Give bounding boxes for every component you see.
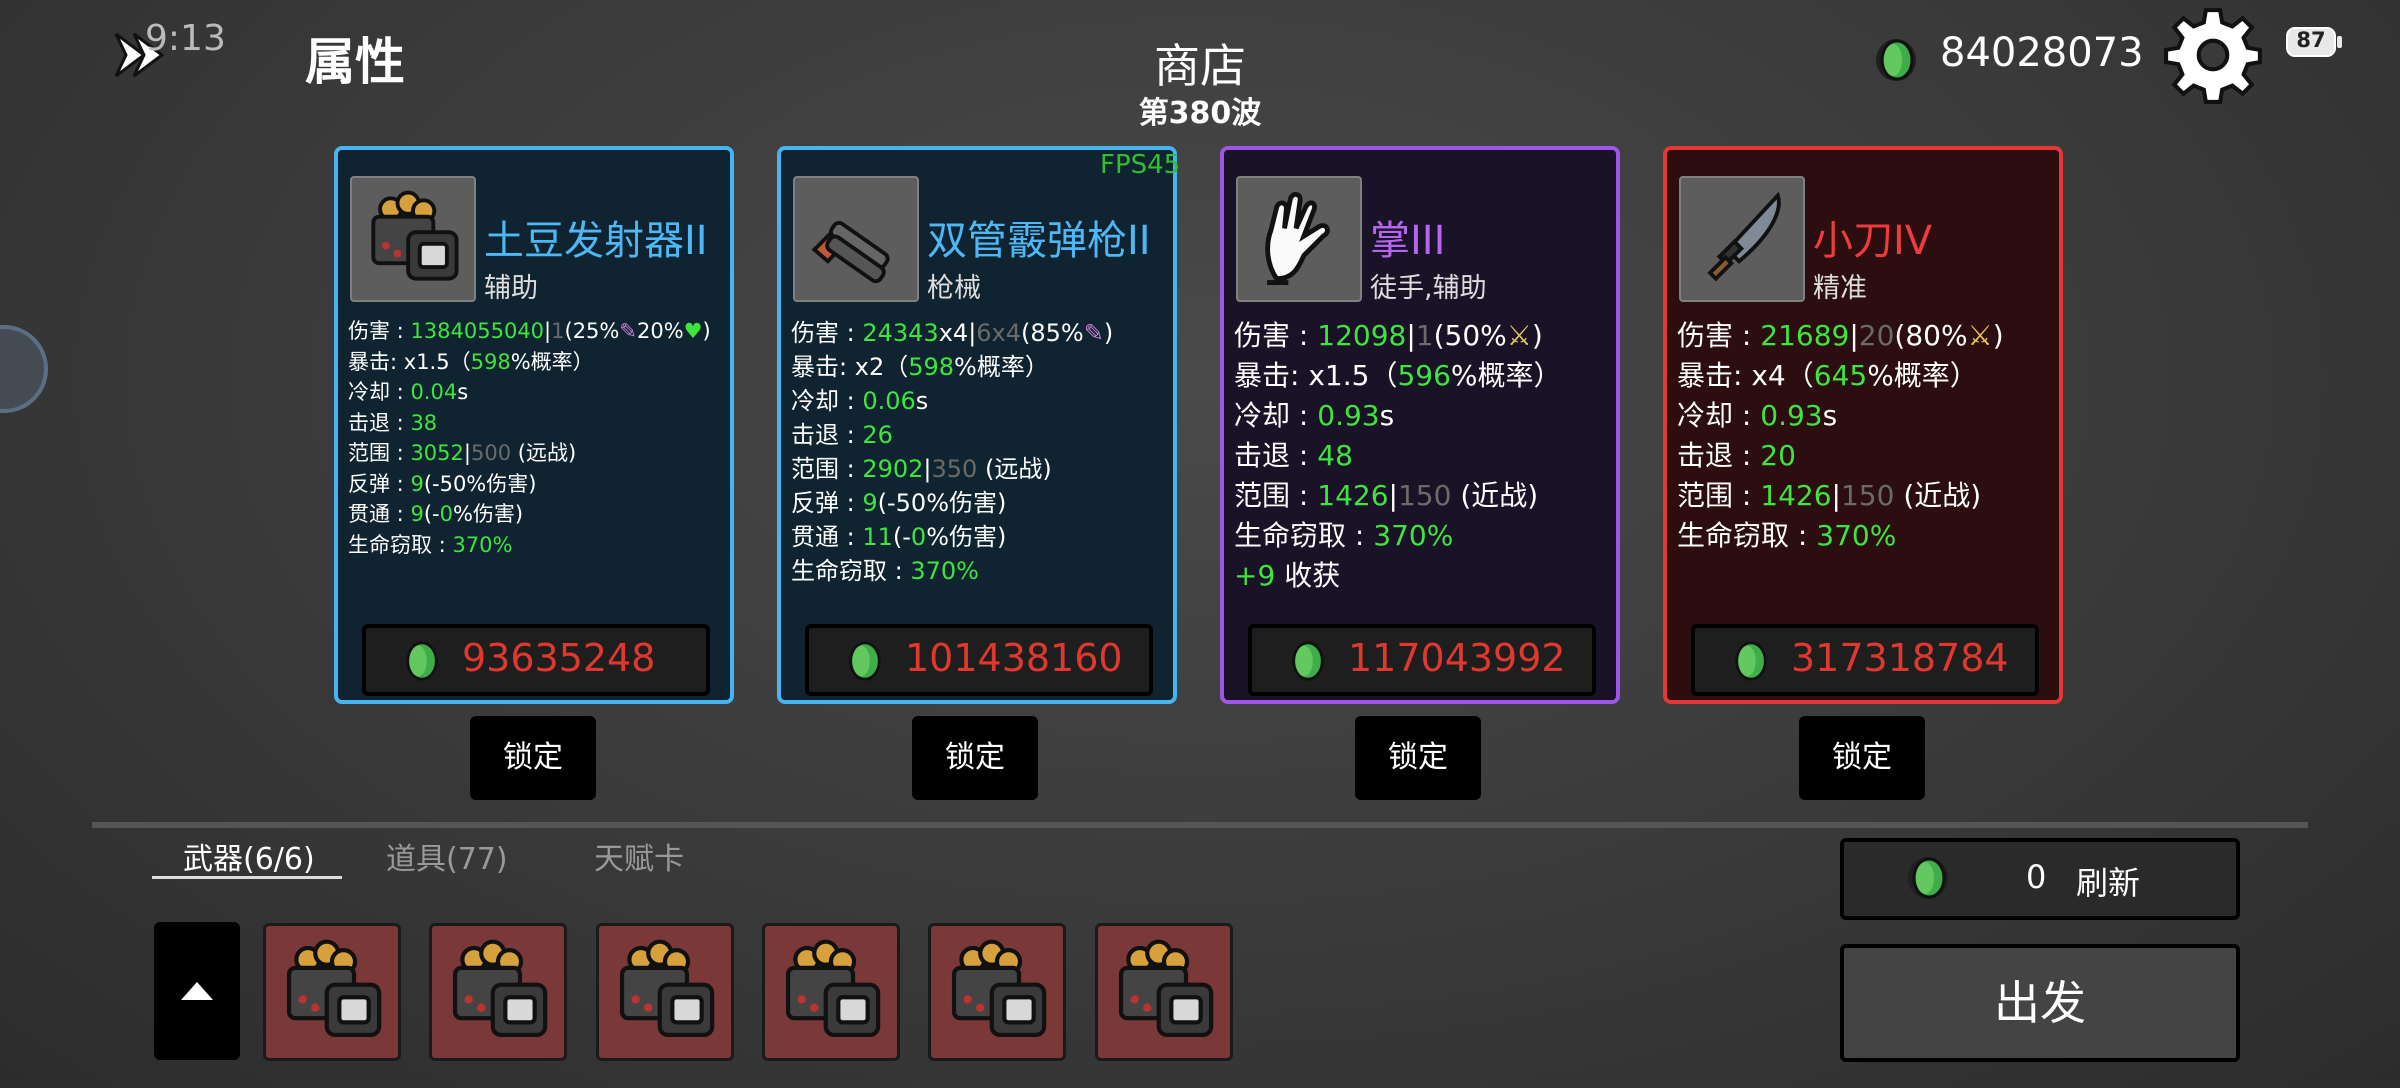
chevron-up-icon	[181, 982, 213, 1000]
coin-icon	[1727, 638, 1773, 684]
buy-button[interactable]: 317318784	[1691, 624, 2039, 696]
wave-number: 第380波	[1138, 96, 1262, 131]
potato-launcher-icon	[765, 926, 897, 1058]
price: 117043992	[1348, 636, 1566, 680]
potato-launcher-icon	[432, 926, 564, 1058]
inventory-slot[interactable]	[1095, 923, 1233, 1061]
buy-button[interactable]: 93635248	[362, 624, 710, 696]
tab-talent-cards[interactable]: 天赋卡	[594, 834, 684, 878]
tab-underline	[152, 876, 342, 879]
clock-time: 9:13	[145, 18, 226, 59]
price: 93635248	[462, 636, 656, 680]
attributes-button[interactable]: 属性	[305, 22, 405, 94]
tab-items[interactable]: 道具(77)	[386, 834, 508, 878]
coin-icon	[1284, 638, 1330, 684]
coin-icon	[398, 638, 444, 684]
gear-icon[interactable]	[2162, 4, 2264, 106]
coin-icon	[841, 638, 887, 684]
price: 317318784	[1791, 636, 2009, 680]
inventory-slot[interactable]	[596, 923, 734, 1061]
weapon-stats: 伤害 : 21689|20(80%⚔) 暴击: x4（645%概率） 冷却 : …	[1677, 319, 2004, 552]
weapon-thumbnail	[350, 176, 476, 302]
weapon-name: 小刀IV	[1813, 218, 1933, 264]
weapon-stats: 伤害 : 12098|1(50%⚔) 暴击: x1.5（596%概率） 冷却 :…	[1234, 319, 1562, 592]
lock-button-1[interactable]: 锁定	[470, 716, 596, 800]
lock-button-2[interactable]: 锁定	[912, 716, 1038, 800]
weapon-thumbnail	[1236, 176, 1362, 302]
weapon-type: 精准	[1813, 273, 1867, 304]
inventory-slot[interactable]	[762, 923, 900, 1061]
weapon-name: 双管霰弹枪II	[927, 218, 1151, 264]
weapon-thumbnail	[793, 176, 919, 302]
shop-card-1[interactable]: 土豆发射器II 辅助 伤害 : 1384055040|1(25%✎20%♥) 暴…	[334, 146, 734, 704]
weapon-type: 枪械	[927, 273, 981, 304]
divider	[92, 822, 2308, 828]
potato-launcher-icon	[352, 178, 474, 300]
inventory-slot[interactable]	[429, 923, 567, 1061]
knife-icon	[1681, 178, 1803, 300]
battery-level: 87	[2296, 28, 2326, 52]
weapon-type: 辅助	[484, 273, 538, 304]
palm-hand-icon	[1238, 178, 1360, 300]
weapon-name: 掌III	[1370, 218, 1446, 264]
weapon-thumbnail	[1679, 176, 1805, 302]
shop-card-4[interactable]: 小刀IV 精准 伤害 : 21689|20(80%⚔) 暴击: x4（645%概…	[1663, 146, 2063, 704]
page-title: 商店	[1154, 39, 1246, 93]
potato-launcher-icon	[931, 926, 1063, 1058]
coin-icon	[1904, 854, 1952, 902]
lock-button-3[interactable]: 锁定	[1355, 716, 1481, 800]
tab-weapons[interactable]: 武器(6/6)	[183, 834, 315, 878]
expand-button[interactable]	[154, 922, 240, 1060]
inventory-slot[interactable]	[928, 923, 1066, 1061]
depart-button[interactable]: 出发	[1840, 944, 2240, 1062]
weapon-stats: 伤害 : 1384055040|1(25%✎20%♥) 暴击: x1.5（598…	[348, 319, 711, 557]
buy-button[interactable]: 101438160	[805, 624, 1153, 696]
money-count: 84028073	[1940, 30, 2144, 76]
weapon-name: 土豆发射器II	[484, 218, 708, 264]
lock-button-4[interactable]: 锁定	[1799, 716, 1925, 800]
weapon-type: 徒手,辅助	[1370, 273, 1487, 304]
double-barrel-shotgun-icon	[795, 178, 917, 300]
refresh-button[interactable]: 0 刷新	[1840, 838, 2240, 920]
coin-icon	[1872, 36, 1920, 84]
inventory-slot[interactable]	[263, 923, 401, 1061]
potato-launcher-icon	[599, 926, 731, 1058]
shop-card-3[interactable]: 掌III 徒手,辅助 伤害 : 12098|1(50%⚔) 暴击: x1.5（5…	[1220, 146, 1620, 704]
shop-card-2[interactable]: 双管霰弹枪II 枪械 伤害 : 24343x4|6x4(85%✎) 暴击: x2…	[777, 146, 1177, 704]
fps-counter: FPS45	[1100, 150, 1181, 180]
weapon-stats: 伤害 : 24343x4|6x4(85%✎) 暴击: x2（598%概率） 冷却…	[791, 319, 1114, 585]
potato-launcher-icon	[266, 926, 398, 1058]
buy-button[interactable]: 117043992	[1248, 624, 1596, 696]
refresh-cost: 0	[2026, 858, 2047, 896]
price: 101438160	[905, 636, 1123, 680]
potato-launcher-icon	[1098, 926, 1230, 1058]
refresh-label: 刷新	[2076, 864, 2141, 902]
side-handle[interactable]	[0, 325, 48, 413]
